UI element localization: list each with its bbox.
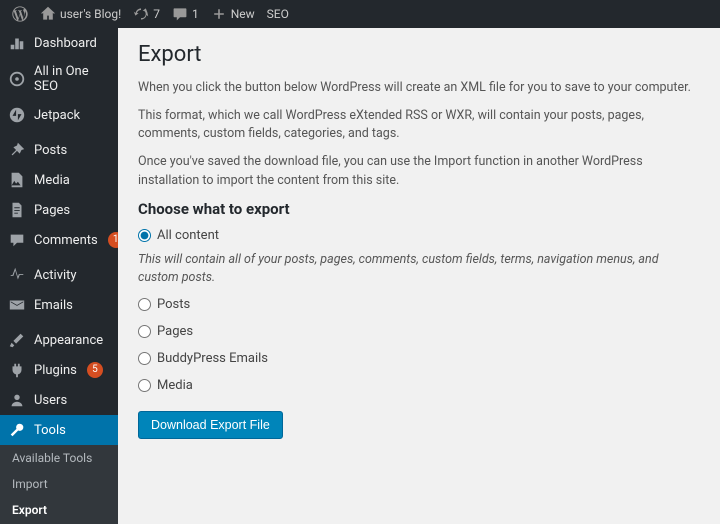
new-label: New xyxy=(231,7,255,21)
media-icon xyxy=(8,171,26,189)
sidebar-item-label: Plugins xyxy=(34,363,77,378)
radio-posts[interactable] xyxy=(138,298,151,311)
plug-icon xyxy=(8,361,26,379)
radio-pages[interactable] xyxy=(138,325,151,338)
sidebar-item-label: Comments xyxy=(34,233,98,248)
radio-all[interactable] xyxy=(138,229,151,242)
sidebar-item-users[interactable]: Users xyxy=(0,385,118,415)
comments-adminbar-count: 1 xyxy=(192,7,199,21)
sidebar-item-label: Activity xyxy=(34,268,77,283)
sidebar-item-appearance[interactable]: Appearance xyxy=(0,325,118,355)
wrench-icon xyxy=(8,421,26,439)
plus-icon xyxy=(211,6,227,22)
submenu-export[interactable]: Export xyxy=(0,497,118,523)
comment-icon xyxy=(172,6,188,22)
site-link[interactable]: user's Blog! xyxy=(34,0,127,28)
submenu-import[interactable]: Import xyxy=(0,471,118,497)
option-label: Pages xyxy=(157,324,193,339)
sidebar-item-label: Jetpack xyxy=(34,108,80,123)
sidebar-item-label: Tools xyxy=(34,423,66,438)
comments-badge: 1 xyxy=(108,232,118,248)
section-heading: Choose what to export xyxy=(138,200,700,218)
updates-link[interactable]: 7 xyxy=(127,0,166,28)
option-media[interactable]: Media xyxy=(138,378,700,393)
option-pages[interactable]: Pages xyxy=(138,324,700,339)
sidebar-item-label: All in One SEO xyxy=(34,64,110,94)
sidebar-item-label: Appearance xyxy=(34,333,103,348)
sidebar-item-label: Media xyxy=(34,173,70,188)
option-label: Media xyxy=(157,378,193,393)
seo-link[interactable]: SEO xyxy=(261,0,295,28)
sidebar-item-plugins[interactable]: Plugins 5 xyxy=(0,355,118,385)
email-icon xyxy=(8,296,26,314)
intro-text-3: Once you've saved the download file, you… xyxy=(138,153,700,189)
sidebar-item-label: Pages xyxy=(34,203,70,218)
user-icon xyxy=(8,391,26,409)
submenu-available-tools[interactable]: Available Tools xyxy=(0,445,118,471)
brush-icon xyxy=(8,331,26,349)
sidebar-item-emails[interactable]: Emails xyxy=(0,290,118,320)
page-title: Export xyxy=(138,42,700,67)
option-all-content[interactable]: All content xyxy=(138,228,700,243)
home-icon xyxy=(40,6,56,22)
refresh-icon xyxy=(133,6,149,22)
pin-icon xyxy=(8,141,26,159)
sidebar-item-dashboard[interactable]: Dashboard xyxy=(0,28,118,58)
sidebar-item-pages[interactable]: Pages xyxy=(0,195,118,225)
radio-media[interactable] xyxy=(138,379,151,392)
jetpack-icon xyxy=(8,106,26,124)
sidebar-item-posts[interactable]: Posts xyxy=(0,135,118,165)
sidebar-item-media[interactable]: Media xyxy=(0,165,118,195)
activity-icon xyxy=(8,266,26,284)
main-content: Export When you click the button below W… xyxy=(118,28,720,524)
comments-link[interactable]: 1 xyxy=(166,0,205,28)
option-label: Posts xyxy=(157,297,190,312)
tools-submenu: Available Tools Import Export BuddyPress… xyxy=(0,445,118,524)
admin-bar: user's Blog! 7 1 New SEO xyxy=(0,0,720,28)
sidebar-item-label: Users xyxy=(34,393,67,408)
download-export-button[interactable]: Download Export File xyxy=(138,411,283,439)
plugins-badge: 5 xyxy=(87,362,103,378)
updates-count: 7 xyxy=(153,7,160,21)
sidebar-item-label: Emails xyxy=(34,298,73,313)
radio-bp[interactable] xyxy=(138,352,151,365)
comment-icon xyxy=(8,231,26,249)
intro-text-2: This format, which we call WordPress eXt… xyxy=(138,107,700,143)
dashboard-icon xyxy=(8,34,26,52)
new-link[interactable]: New xyxy=(205,0,261,28)
admin-sidebar: Dashboard All in One SEO Jetpack Posts M… xyxy=(0,28,118,524)
target-icon xyxy=(8,70,26,88)
sidebar-item-aioseo[interactable]: All in One SEO xyxy=(0,58,118,100)
all-content-hint: This will contain all of your posts, pag… xyxy=(138,251,700,287)
sidebar-item-tools[interactable]: Tools xyxy=(0,415,118,445)
wp-logo[interactable] xyxy=(6,0,34,28)
option-label: All content xyxy=(157,228,219,243)
option-posts[interactable]: Posts xyxy=(138,297,700,312)
option-buddypress-emails[interactable]: BuddyPress Emails xyxy=(138,351,700,366)
intro-text-1: When you click the button below WordPres… xyxy=(138,79,700,97)
sidebar-item-comments[interactable]: Comments 1 xyxy=(0,225,118,255)
sidebar-item-jetpack[interactable]: Jetpack xyxy=(0,100,118,130)
sidebar-item-label: Dashboard xyxy=(34,36,97,51)
site-name: user's Blog! xyxy=(60,7,121,21)
page-icon xyxy=(8,201,26,219)
sidebar-item-activity[interactable]: Activity xyxy=(0,260,118,290)
option-label: BuddyPress Emails xyxy=(157,351,268,366)
seo-label: SEO xyxy=(267,7,289,21)
sidebar-item-label: Posts xyxy=(34,143,67,158)
wordpress-icon xyxy=(12,6,28,22)
